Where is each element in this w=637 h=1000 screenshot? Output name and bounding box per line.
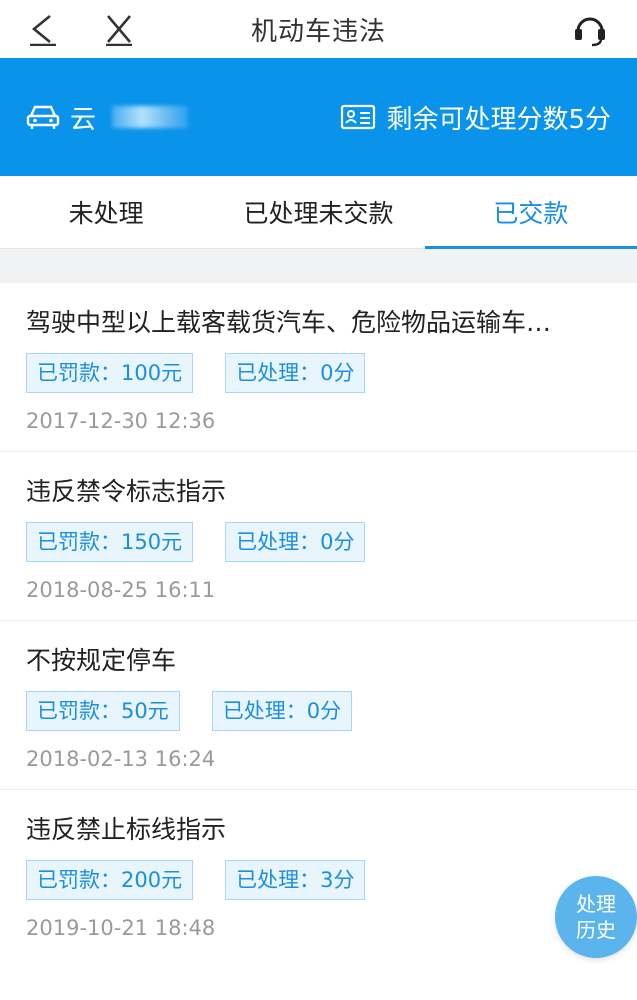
violation-time: 2018-02-13 16:24 [26,747,216,771]
page-title: 机动车违法 [250,16,386,47]
top-nav-bar: 机动车违法 [0,0,637,58]
points-badge: 已处理：0分 [211,691,353,731]
violation-item[interactable]: 违反禁止标线指示 已罚款：200元 已处理：3分 2019-10-21 18:4… [0,790,637,958]
violation-name: 驾驶中型以上载客载货汽车、危险物品运输车… [26,308,552,337]
plate-prefix: 云 [70,104,97,135]
plate-number-mask [112,106,189,128]
violation-item[interactable]: 驾驶中型以上载客载货汽车、危险物品运输车… 已罚款：100元 已处理：0分 20… [0,283,637,452]
tab-unprocessed[interactable]: 未处理 [0,176,212,248]
remaining-points: 剩余可处理分数5分 [340,99,611,136]
violation-name: 违反禁令标志指示 [26,477,227,506]
back-button[interactable] [18,0,68,58]
car-icon [26,105,60,129]
tab-processed-unpaid[interactable]: 已处理未交款 [212,176,424,248]
close-button[interactable] [94,0,144,58]
back-arrow-icon [30,14,56,46]
violation-name: 不按规定停车 [26,646,177,675]
customer-service-button[interactable] [565,0,615,58]
processing-history-button[interactable]: 处理 历史 [555,876,637,958]
status-tabs: 未处理 已处理未交款 已交款 [0,176,637,249]
headset-icon [575,17,605,47]
close-icon [106,15,132,46]
fine-badge: 已罚款：50元 [26,691,180,731]
fine-badge: 已罚款：150元 [26,522,194,562]
remaining-points-text: 剩余可处理分数5分 [386,104,611,135]
points-badge: 已处理：0分 [225,522,366,562]
section-gap [0,249,637,283]
violation-name: 违反禁止标线指示 [26,815,227,844]
violation-item[interactable]: 违反禁令标志指示 已罚款：150元 已处理：0分 2018-08-25 16:1… [0,452,637,621]
fine-badge: 已罚款：200元 [26,860,194,900]
vehicle-banner: 云 剩余可处理分数5分 [0,58,637,176]
violation-item[interactable]: 不按规定停车 已罚款：50元 已处理：0分 2018-02-13 16:24 [0,621,637,790]
history-button-line2: 历史 [576,918,616,942]
violation-list: 驾驶中型以上载客载货汽车、危险物品运输车… 已罚款：100元 已处理：0分 20… [0,283,637,958]
violation-time: 2018-08-25 16:11 [26,578,216,602]
violation-time: 2019-10-21 18:48 [26,916,216,940]
points-badge: 已处理：0分 [225,353,366,393]
history-button-line1: 处理 [576,892,616,916]
violation-time: 2017-12-30 12:36 [26,409,216,433]
tab-paid[interactable]: 已交款 [424,176,637,249]
fine-badge: 已罚款：100元 [26,353,194,393]
vehicle-plate: 云 [26,99,189,136]
id-card-icon [341,104,376,130]
points-badge: 已处理：3分 [225,860,366,900]
